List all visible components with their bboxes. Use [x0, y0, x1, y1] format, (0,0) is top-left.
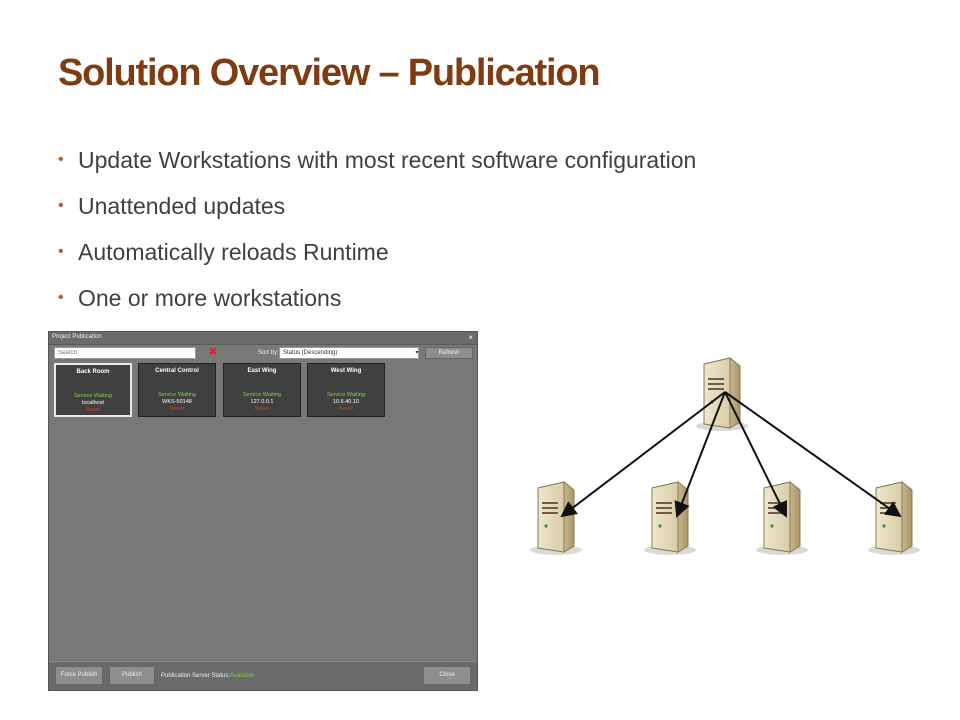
arrow-line	[724, 391, 902, 518]
bullet-icon: •	[58, 289, 64, 306]
publish-button[interactable]: Publish	[109, 666, 155, 685]
workstation-last-publish: Never	[254, 406, 270, 412]
bullet-text: Automatically reloads Runtime	[78, 239, 389, 265]
sort-label: Sort by:	[258, 350, 279, 356]
workstation-last-publish: Never	[338, 406, 354, 412]
bullet-text: Unattended updates	[78, 193, 286, 219]
bullet-icon: •	[58, 151, 64, 168]
workstation-host: 127.0.0.1	[250, 399, 274, 405]
workstation-tile[interactable]: Central Control Service Waiting WKS-5014…	[138, 363, 216, 417]
bullet-item: • Unattended updates	[58, 190, 696, 236]
workstation-host: WKS-50148	[162, 399, 192, 405]
workstation-tile[interactable]: Back Room Service Waiting localhost Neve…	[54, 363, 132, 417]
workstation-icon	[755, 481, 809, 556]
workstation-icon	[529, 481, 583, 556]
workstation-last-publish: Never	[85, 407, 101, 413]
server-status-label: Publication Server Status:	[161, 673, 231, 679]
bullet-list: • Update Workstations with most recent so…	[58, 144, 696, 328]
workstation-status: Service Waiting	[242, 392, 281, 398]
bullet-icon: •	[58, 243, 64, 260]
force-publish-button[interactable]: Force Publish	[55, 666, 103, 685]
workstation-name: East Wing	[247, 368, 277, 374]
chevron-down-icon[interactable]: ▾	[413, 347, 421, 359]
project-publication-window: Project Publication × ✖ Sort by: Status …	[48, 331, 478, 691]
workstation-host: 10.6.40.10	[333, 399, 359, 405]
bullet-item: • Update Workstations with most recent so…	[58, 144, 696, 190]
workstation-tile[interactable]: East Wing Service Waiting 127.0.0.1 Neve…	[223, 363, 301, 417]
workstation-name: Central Control	[155, 368, 199, 374]
workstation-name: West Wing	[330, 368, 362, 374]
workstation-status: Service Waiting	[73, 393, 112, 399]
bullet-item: • Automatically reloads Runtime	[58, 236, 696, 282]
workstation-status: Service Waiting	[157, 392, 196, 398]
bullet-text: One or more workstations	[78, 285, 342, 311]
window-footer: Force Publish Publish Publication Server…	[49, 661, 477, 690]
refresh-button[interactable]: Refresh	[425, 347, 473, 359]
workstation-tile[interactable]: West Wing Service Waiting 10.6.40.10 Nev…	[307, 363, 385, 417]
workstation-name: Back Room	[76, 369, 110, 375]
window-title: Project Publication	[52, 334, 102, 340]
workstation-status: Service Waiting	[326, 392, 365, 398]
bullet-text: Update Workstations with most recent sof…	[78, 147, 697, 173]
bullet-icon: •	[58, 197, 64, 214]
sort-select[interactable]: Status (Descending)	[279, 347, 419, 359]
workstation-icon	[867, 481, 921, 556]
search-input[interactable]	[54, 347, 196, 359]
network-diagram	[529, 357, 921, 556]
server-status-value: Available	[230, 673, 255, 679]
arrow-line	[724, 391, 787, 518]
close-button[interactable]: Close	[423, 666, 471, 685]
workstation-icon	[643, 481, 697, 556]
bullet-item: • One or more workstations	[58, 282, 696, 328]
close-icon[interactable]: ×	[468, 333, 473, 343]
slide-title: Solution Overview – Publication	[58, 52, 601, 94]
clear-search-icon[interactable]: ✖	[207, 347, 219, 359]
window-titlebar: Project Publication ×	[49, 332, 477, 345]
workstation-host: localhost	[82, 400, 104, 406]
workstation-last-publish: Never	[169, 406, 185, 412]
